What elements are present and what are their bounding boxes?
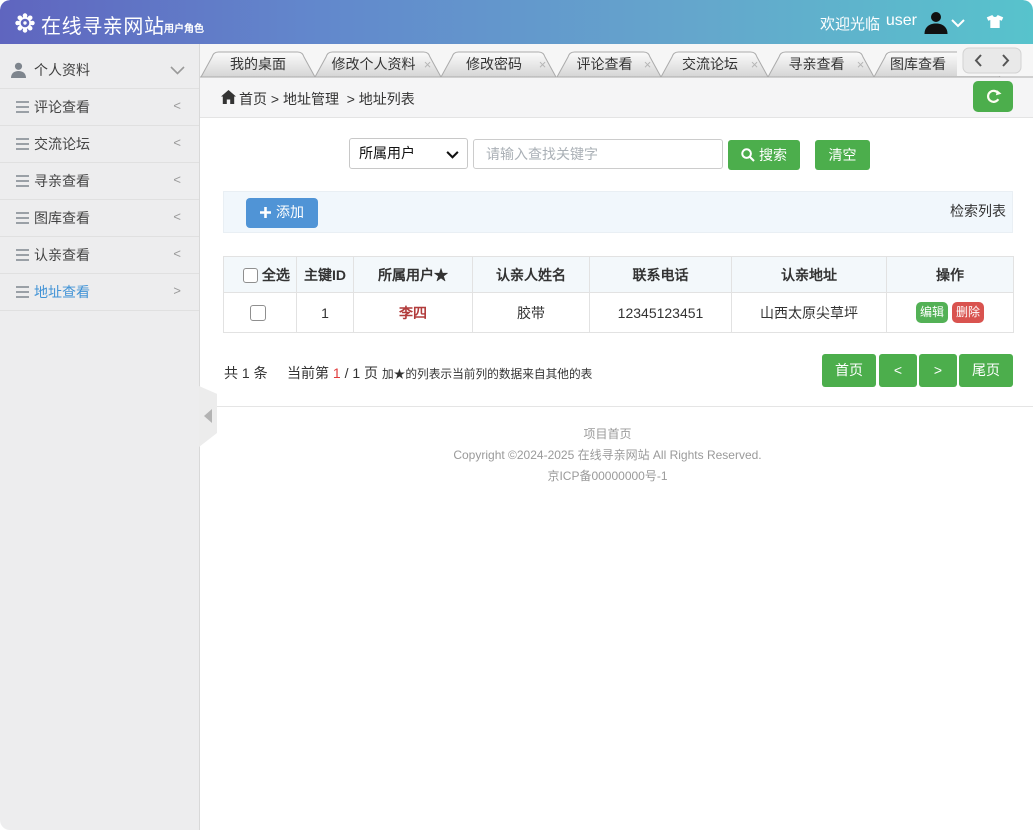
svg-text:×: ×	[857, 57, 865, 72]
svg-text:×: ×	[424, 57, 432, 72]
svg-text:×: ×	[751, 57, 759, 72]
svg-text:×: ×	[539, 57, 547, 72]
svg-text:交流论坛: 交流论坛	[682, 56, 738, 72]
svg-text:×: ×	[644, 57, 652, 72]
svg-text:图库查看: 图库查看	[890, 56, 946, 72]
svg-text:我的桌面: 我的桌面	[230, 56, 286, 72]
svg-text:修改个人资料: 修改个人资料	[332, 56, 416, 72]
svg-text:评论查看: 评论查看	[577, 56, 633, 72]
svg-text:寻亲查看: 寻亲查看	[789, 56, 845, 72]
svg-text:修改密码: 修改密码	[466, 56, 522, 72]
